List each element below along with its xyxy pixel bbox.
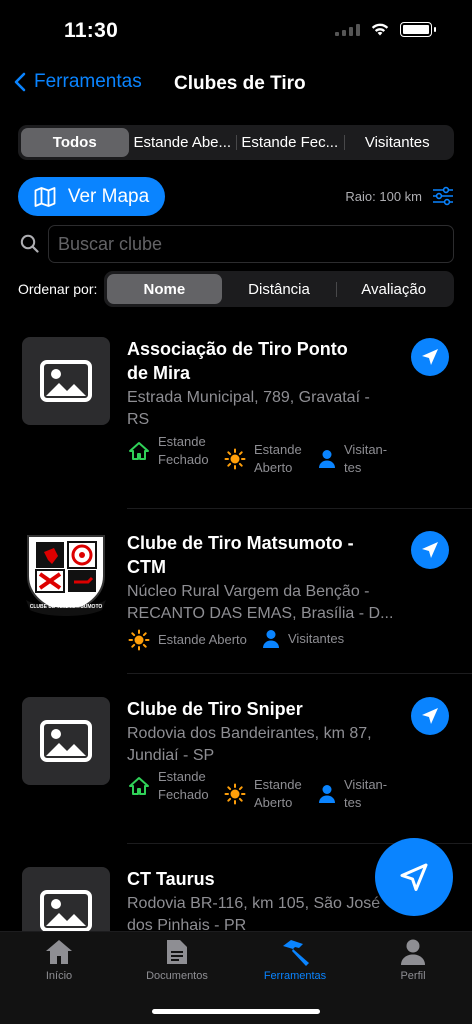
cellular-signal-icon — [335, 23, 360, 36]
tag-estande-aberto: Estande Aberto — [224, 441, 310, 477]
tag-visitantes: Visitantes — [262, 629, 344, 649]
club-directions-button[interactable] — [411, 697, 449, 735]
sun-icon — [224, 783, 246, 805]
status-icons — [335, 22, 436, 37]
back-button[interactable]: Ferramentas — [14, 71, 142, 93]
club-name: Clube de Tiro Sniper — [127, 699, 303, 719]
battery-icon — [400, 22, 436, 37]
tab-label: Documentos — [146, 970, 208, 982]
sort-label: Ordenar por: — [18, 281, 98, 297]
status-time: 11:30 — [64, 19, 119, 42]
person-icon — [263, 630, 279, 648]
logo-text: CLUBE DE TIRO MATSUMOTO — [30, 604, 103, 610]
image-placeholder-icon — [40, 360, 92, 402]
filter-tab-estande-aberto[interactable]: Estande Abe... — [129, 128, 237, 157]
tab-ferramentas[interactable]: Ferramentas — [236, 938, 354, 982]
house-icon — [46, 940, 72, 964]
tab-label: Início — [45, 970, 73, 982]
view-map-label: Ver Mapa — [67, 185, 150, 207]
house-icon — [129, 442, 149, 460]
tag-label: Visitan­tes — [344, 777, 388, 810]
tab-label: Ferramentas — [263, 970, 327, 982]
filter-tab-estande-fechado[interactable]: Estande Fec... — [236, 128, 344, 157]
tag-label: Estande Fechado — [158, 769, 209, 802]
sort-option-distancia[interactable]: Distância — [222, 274, 337, 304]
tag-visitantes: Visitan­tes — [318, 441, 392, 477]
filter-segmented-control: Todos Estande Abe... Estande Fec... Visi… — [18, 125, 454, 160]
tab-perfil[interactable]: Perfil — [354, 938, 472, 982]
club-name: Clube de Tiro Matsumoto - CTM — [127, 533, 354, 577]
club-logo-icon: CLUBE DE TIRO MATSUMOTO — [26, 535, 106, 616]
tab-label: Perfil — [400, 970, 426, 982]
back-button-label: Ferramentas — [34, 71, 142, 92]
tag-label: Visitan­tes — [344, 442, 388, 475]
view-map-button[interactable]: Ver Mapa — [18, 177, 165, 216]
club-address: Rodovia dos Bandeirantes, km 87, Jundiaí… — [127, 725, 372, 764]
tag-label: Visitantes — [288, 631, 345, 646]
person-icon — [401, 939, 425, 965]
status-bar: 11:30 — [0, 0, 472, 60]
search-input[interactable] — [48, 225, 454, 263]
club-address: Núcleo Rural Vargem da Benção - RECANTO … — [127, 583, 394, 622]
tag-label: Estande Aberto — [158, 632, 247, 647]
club-directions-button[interactable] — [411, 338, 449, 376]
filter-tab-visitantes[interactable]: Visitantes — [343, 128, 452, 157]
document-icon — [167, 940, 187, 964]
sort-option-nome[interactable]: Nome — [107, 274, 222, 304]
tag-estande-fechado: Estande Fechado — [128, 433, 218, 469]
map-icon — [34, 186, 56, 207]
hammer-icon — [283, 940, 309, 966]
club-name: Associação de Tiro Ponto de Mira — [127, 339, 348, 383]
list-divider — [127, 673, 472, 674]
sort-segmented-control: Nome Distância Avaliação — [104, 271, 454, 307]
list-divider — [127, 508, 472, 509]
home-indicator — [152, 1009, 320, 1014]
tag-visitantes: Visitan­tes — [318, 776, 392, 812]
person-icon — [319, 450, 335, 468]
club-address: Estrada Municipal, 789, Gravataí - RS — [127, 389, 370, 428]
page-title: Clubes de Tiro — [174, 73, 306, 94]
sun-icon — [128, 629, 150, 651]
search-icon — [20, 234, 39, 253]
navigation-bar: Ferramentas Clubes de Tiro — [0, 62, 472, 106]
tag-label: Estande Fechado — [158, 434, 209, 467]
club-image-placeholder — [22, 337, 110, 425]
radius-label: Raio: 100 km — [345, 189, 422, 204]
wifi-icon — [371, 23, 389, 36]
tag-estande-aberto: Estande Aberto — [128, 629, 247, 651]
tab-inicio[interactable]: Início — [0, 938, 118, 982]
tag-estande-fechado: Estande Fechado — [128, 768, 218, 804]
club-directions-button[interactable] — [411, 531, 449, 569]
image-placeholder-icon — [40, 720, 92, 762]
image-placeholder-icon — [40, 890, 92, 932]
house-icon — [129, 777, 149, 795]
tag-label: Estande Aberto — [254, 777, 302, 810]
club-image-placeholder — [22, 697, 110, 785]
location-arrow-icon — [422, 349, 438, 365]
location-fab-button[interactable] — [375, 838, 453, 916]
chevron-left-icon — [14, 72, 26, 92]
location-arrow-icon — [422, 542, 438, 558]
sort-option-avaliacao[interactable]: Avaliação — [336, 274, 451, 304]
tag-estande-aberto: Estande Aberto — [224, 776, 310, 812]
sliders-filter-icon[interactable] — [432, 186, 454, 206]
location-arrow-icon — [422, 708, 438, 724]
location-arrow-icon — [400, 863, 428, 891]
club-name: CT Taurus — [127, 869, 215, 889]
tag-label: Estande Aberto — [254, 442, 302, 475]
person-icon — [319, 785, 335, 803]
sun-icon — [224, 448, 246, 470]
tab-documentos[interactable]: Documentos — [118, 938, 236, 982]
club-logo-image: CLUBE DE TIRO MATSUMOTO — [22, 530, 110, 618]
filter-tab-todos[interactable]: Todos — [21, 128, 129, 157]
